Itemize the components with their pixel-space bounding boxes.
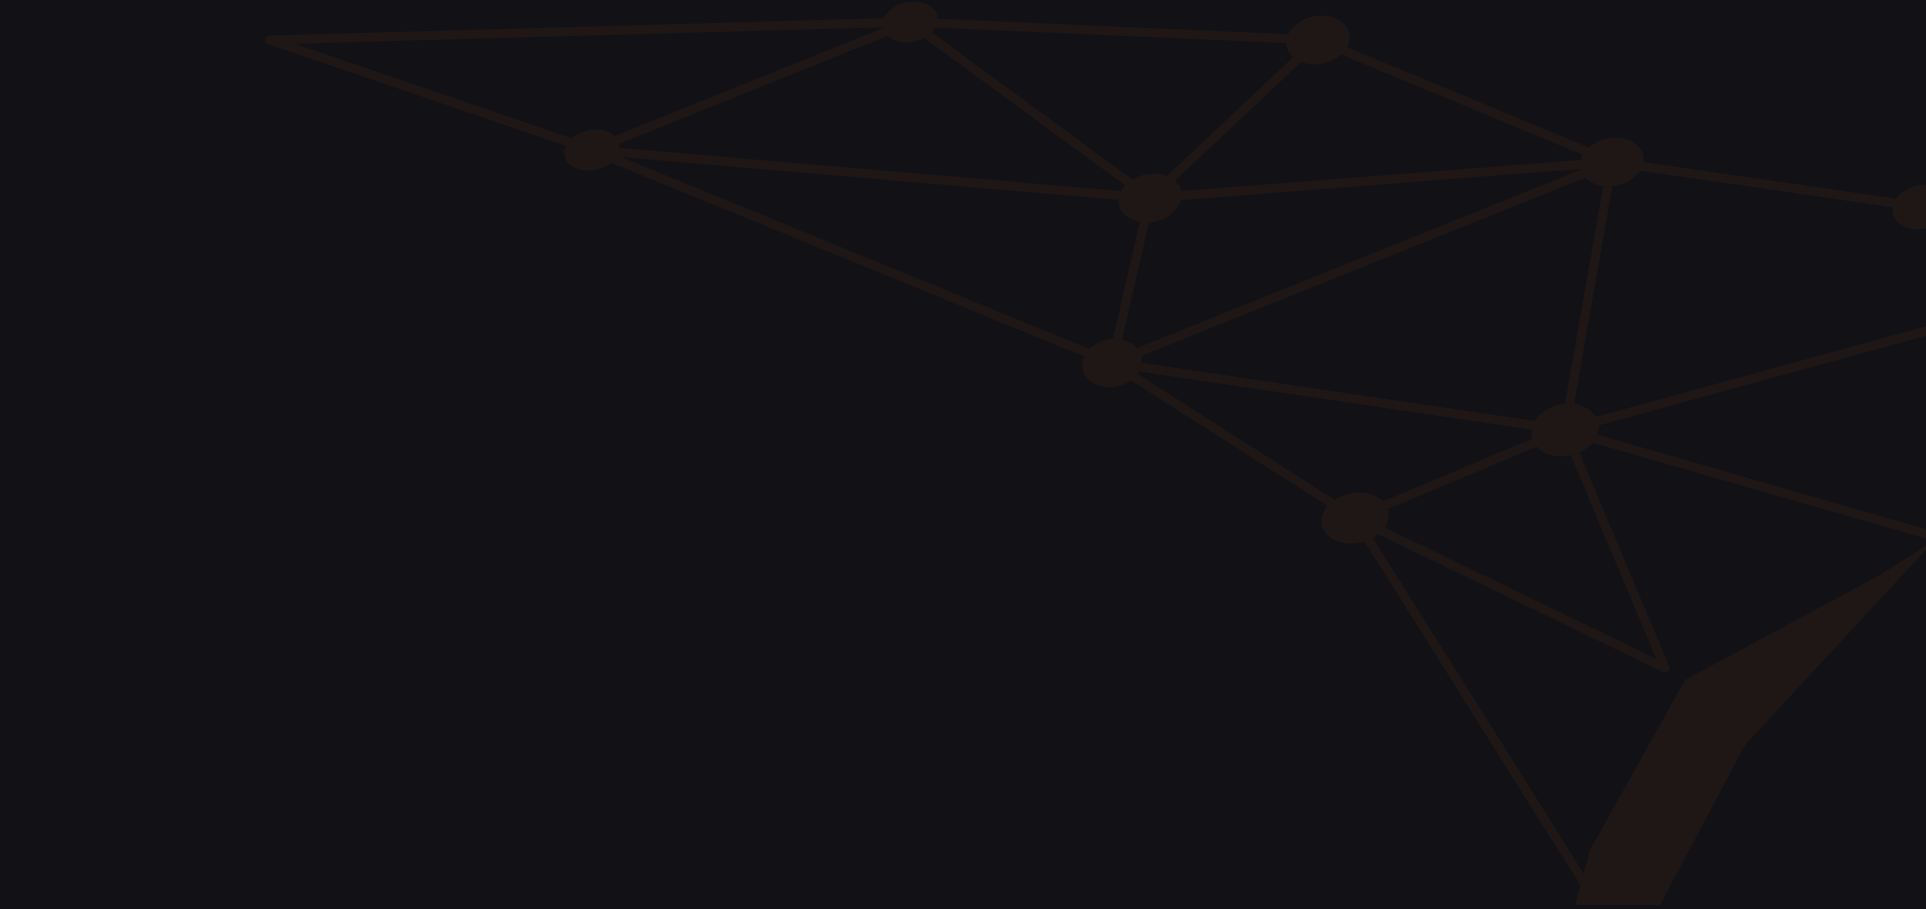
- network-edge: [1107, 193, 1155, 368]
- network-edge: [905, 17, 1323, 45]
- network-node: [1082, 338, 1142, 388]
- network-edge: [1560, 157, 1617, 435]
- network-edge: [1145, 35, 1323, 203]
- network-edge: [1560, 425, 1670, 673]
- triangle-shard: [1575, 545, 1926, 905]
- network-edge: [905, 17, 1155, 203]
- network-edge: [1313, 35, 1617, 167]
- network-edge: [587, 17, 915, 155]
- network-edge: [1560, 326, 1926, 435]
- network-node: [1892, 184, 1926, 230]
- network-edge: [587, 145, 1117, 368]
- network-node: [1580, 137, 1644, 187]
- network-edge: [1107, 358, 1570, 435]
- network-edge: [587, 145, 1155, 203]
- network-edge: [265, 17, 915, 45]
- network-node: [564, 129, 620, 171]
- network-node: [1531, 403, 1599, 457]
- network-edge: [265, 35, 597, 155]
- network-edge: [1350, 425, 1570, 523]
- network-edge: [1607, 157, 1926, 212]
- network-edge: [1107, 358, 1360, 523]
- background-canvas: [0, 0, 1926, 909]
- network-graphic: [265, 1, 1926, 905]
- network-edge: [1560, 425, 1926, 539]
